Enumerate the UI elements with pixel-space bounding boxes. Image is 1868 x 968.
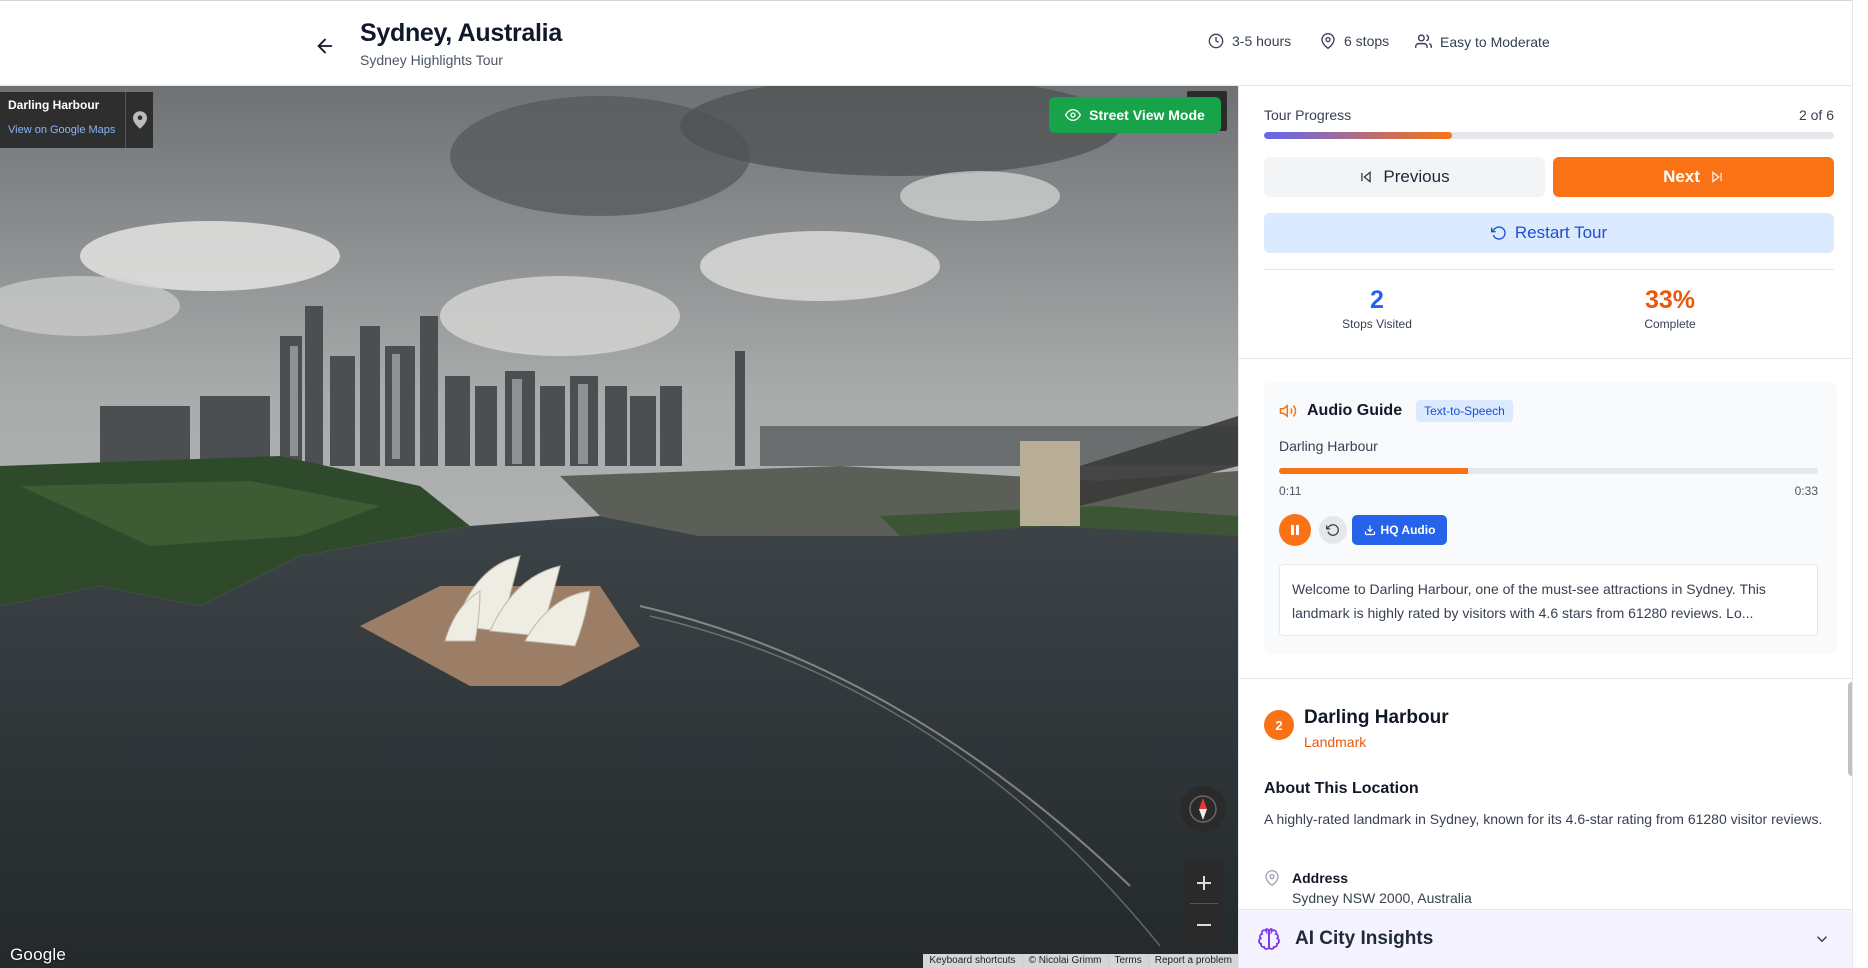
tour-progress-label: Tour Progress	[1264, 107, 1352, 123]
previous-label: Previous	[1383, 167, 1450, 186]
map-pin-icon	[1321, 33, 1335, 49]
keyboard-shortcuts-link[interactable]: Keyboard shortcuts	[923, 954, 1021, 968]
about-location-title: About This Location	[1264, 780, 1419, 797]
audio-total-time: 0:33	[1794, 484, 1818, 498]
section-divider	[1239, 678, 1868, 679]
skip-back-icon	[1361, 171, 1372, 183]
audio-progress-fill	[1279, 468, 1468, 474]
back-button[interactable]	[310, 31, 340, 61]
window-edge	[1852, 0, 1868, 968]
map-pin-icon	[132, 111, 147, 129]
about-location-text: A highly-rated landmark in Sydney, known…	[1264, 811, 1823, 827]
difficulty-text: Easy to Moderate	[1440, 33, 1550, 50]
street-view-mode-button[interactable]: Street View Mode	[1049, 97, 1221, 133]
page-title: Sydney, Australia	[360, 19, 562, 47]
ai-city-insights-title: AI City Insights	[1295, 928, 1434, 949]
tour-side-panel: Tour Progress 2 of 6 Previous Next Resta…	[1238, 86, 1868, 968]
complete-value: 33%	[1644, 286, 1696, 314]
stats-divider	[1264, 269, 1834, 270]
tour-progress-bar	[1264, 132, 1834, 139]
tour-progress-count: 2 of 6	[1798, 107, 1834, 123]
map-attribution: Keyboard shortcuts © Nicolai Grimm Terms…	[923, 954, 1238, 968]
hq-audio-label: HQ Audio	[1380, 523, 1436, 537]
section-divider	[1239, 358, 1868, 359]
audio-location-name: Darling Harbour	[1279, 438, 1378, 454]
duration-meta: 3-5 hours	[1208, 33, 1291, 49]
terms-link[interactable]: Terms	[1107, 954, 1148, 968]
pause-icon	[1291, 525, 1299, 535]
photo-credit: © Nicolai Grimm	[1021, 954, 1108, 968]
address-value: Sydney NSW 2000, Australia	[1292, 890, 1472, 906]
clock-icon	[1208, 33, 1224, 49]
stop-number-badge: 2	[1264, 710, 1294, 740]
eye-icon	[1065, 108, 1082, 122]
brain-icon	[1258, 928, 1280, 950]
location-info-card: Darling Harbour View on Google Maps	[0, 92, 153, 148]
audio-guide-header: Audio Guide Text-to-Speech	[1279, 400, 1513, 422]
tour-subtitle: Sydney Highlights Tour	[360, 52, 503, 68]
minus-icon	[1197, 923, 1211, 926]
ai-city-insights-toggle[interactable]: AI City Insights	[1239, 909, 1868, 968]
google-logo: Google	[10, 945, 67, 964]
stops-visited-label: Stops Visited	[1342, 317, 1412, 331]
street-view-mode-label: Street View Mode	[1089, 107, 1205, 123]
rotate-ccw-icon	[1490, 226, 1506, 240]
map-pin-button[interactable]	[125, 92, 153, 148]
audio-transcript: Welcome to Darling Harbour, one of the m…	[1279, 564, 1818, 636]
stops-visited-stat: 2 Stops Visited	[1277, 286, 1477, 331]
address-label: Address	[1292, 870, 1349, 886]
zoom-out-button[interactable]	[1184, 904, 1224, 945]
map-pin-icon	[1264, 870, 1280, 891]
complete-stat: 33% Complete	[1570, 286, 1770, 331]
skip-forward-icon	[1712, 171, 1722, 183]
compass-icon	[1189, 795, 1217, 823]
tour-progress-fill	[1264, 132, 1453, 139]
zoom-controls	[1184, 862, 1224, 944]
compass-control[interactable]	[1180, 786, 1226, 832]
text-to-speech-badge: Text-to-Speech	[1416, 400, 1513, 422]
rotate-ccw-icon	[1326, 524, 1339, 536]
stops-visited-value: 2	[1370, 286, 1384, 314]
hq-audio-download-button[interactable]: HQ Audio	[1352, 515, 1447, 545]
restart-tour-button[interactable]: Restart Tour	[1264, 213, 1834, 253]
audio-guide-card: Audio Guide Text-to-Speech Darling Harbo…	[1264, 382, 1837, 654]
next-button[interactable]: Next	[1553, 157, 1834, 197]
complete-label: Complete	[1644, 317, 1696, 331]
download-icon	[1364, 525, 1375, 536]
stops-meta: 6 stops	[1320, 33, 1389, 49]
tour-progress-header: Tour Progress 2 of 6	[1264, 107, 1834, 123]
audio-current-time: 0:11	[1279, 484, 1302, 498]
next-label: Next	[1663, 167, 1700, 186]
title-block: Sydney, Australia Sydney Highlights Tour	[360, 19, 562, 68]
duration-text: 3-5 hours	[1232, 33, 1292, 49]
audio-progress-slider[interactable]	[1279, 468, 1818, 474]
report-problem-link[interactable]: Report a problem	[1147, 954, 1238, 968]
previous-button[interactable]: Previous	[1264, 157, 1545, 197]
stops-text: 6 stops	[1344, 33, 1390, 49]
arrow-left-icon	[317, 38, 333, 54]
street-view-panorama[interactable]: Darling Harbour View on Google Maps Stre…	[0, 86, 1238, 968]
volume-icon	[1279, 404, 1297, 418]
restart-tour-label: Restart Tour	[1514, 223, 1608, 242]
location-name: Darling Harbour	[8, 98, 100, 112]
replay-button[interactable]	[1319, 516, 1347, 544]
difficulty-meta: Easy to Moderate	[1415, 33, 1550, 50]
chevron-down-icon	[1816, 936, 1828, 943]
stop-name: Darling Harbour	[1304, 707, 1449, 728]
plus-icon	[1197, 875, 1211, 890]
audio-guide-title: Audio Guide	[1307, 402, 1403, 419]
users-icon	[1415, 34, 1432, 48]
stop-category: Landmark	[1304, 734, 1367, 750]
pause-button[interactable]	[1279, 514, 1311, 546]
view-on-google-maps-link[interactable]: View on Google Maps	[8, 124, 117, 136]
zoom-in-button[interactable]	[1184, 862, 1224, 903]
harbour-panorama-image	[0, 86, 1238, 968]
header-bar: Sydney, Australia Sydney Highlights Tour…	[0, 0, 1868, 86]
